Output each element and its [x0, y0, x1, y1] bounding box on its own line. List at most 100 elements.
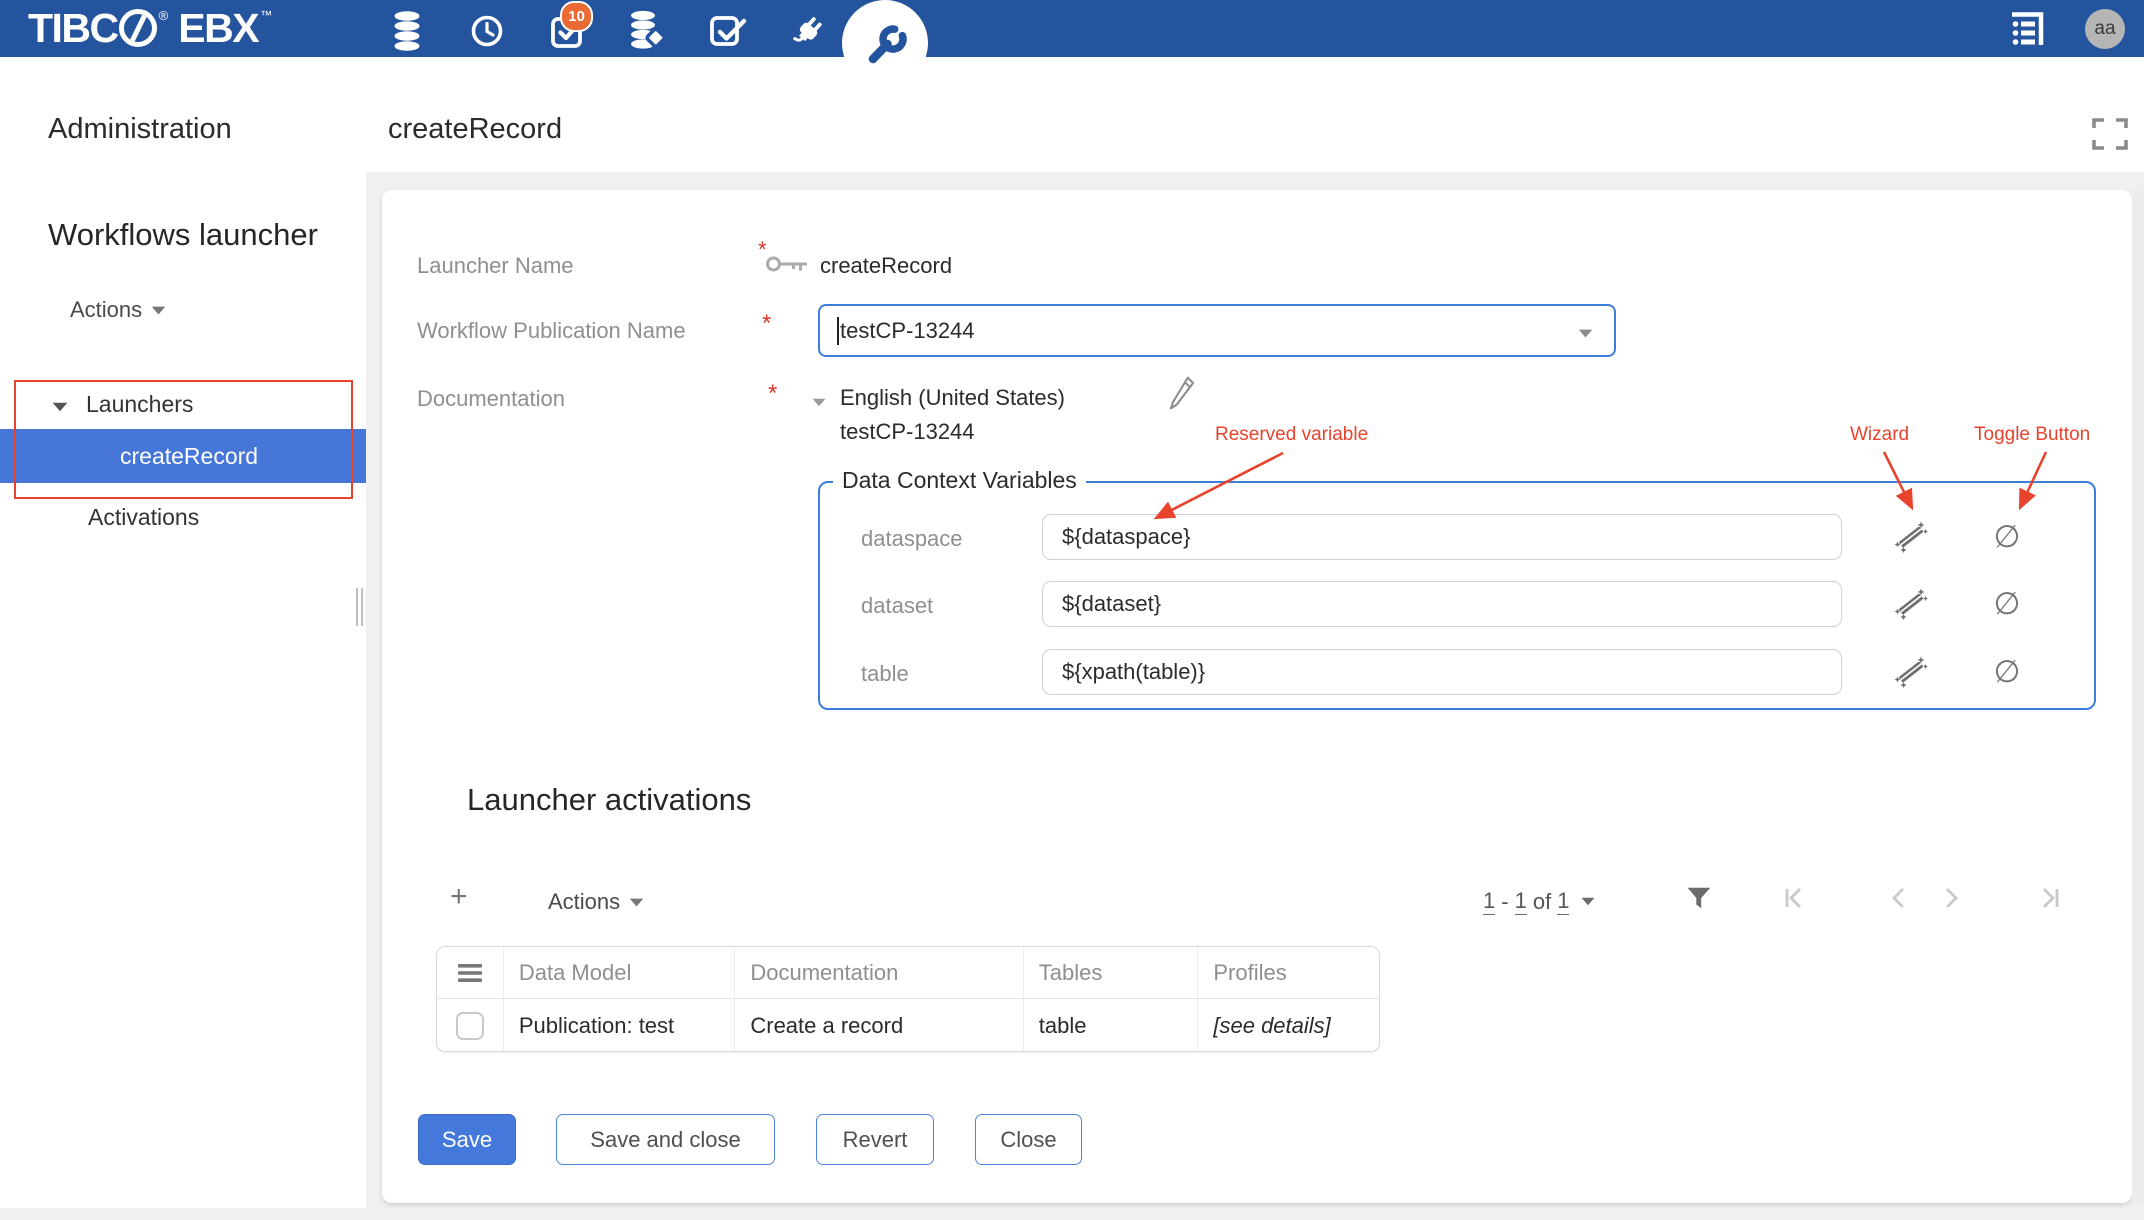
ebx-application-window: TIBC ® EBX ™ 10 — [0, 0, 2144, 1220]
tibco-ebx-logo[interactable]: TIBC ® EBX ™ — [28, 6, 272, 50]
activations-actions-menu[interactable]: Actions — [548, 889, 644, 915]
table-toggle-null-button[interactable]: ∅ — [1990, 655, 2024, 689]
logo-text-ebx: EBX — [178, 6, 258, 50]
clock-icon — [469, 13, 505, 49]
column-header-tables[interactable]: Tables — [1023, 947, 1198, 998]
dataset-wizard-button[interactable] — [1894, 587, 1928, 621]
chevron-down-icon — [812, 398, 826, 407]
magic-wand-icon — [1894, 520, 1928, 554]
save-and-close-button[interactable]: Save and close — [556, 1114, 775, 1165]
breadcrumb-section: Administration — [48, 112, 232, 146]
datasets-icon[interactable] — [387, 11, 427, 51]
sidebar-item-activations[interactable]: Activations — [88, 503, 199, 531]
tibco-o-swoosh-icon — [119, 9, 157, 47]
magic-wand-icon — [1894, 655, 1928, 689]
splitter-grip[interactable] — [361, 588, 363, 626]
column-header-data-model[interactable]: Data Model — [503, 947, 735, 998]
activations-actions-label: Actions — [548, 889, 620, 915]
null-set-icon: ∅ — [1993, 654, 2020, 690]
database-diamond-icon — [628, 10, 668, 52]
administration-active-tab[interactable] — [842, 0, 928, 86]
fullscreen-button[interactable] — [2092, 118, 2128, 155]
cell-tables: table — [1023, 999, 1198, 1052]
registered-mark: ® — [159, 8, 169, 23]
table-menu-button[interactable] — [437, 947, 503, 998]
save-button[interactable]: Save — [418, 1114, 516, 1165]
next-page-button[interactable] — [1940, 886, 1962, 915]
fieldset-legend: Data Context Variables — [833, 467, 1086, 494]
last-page-button[interactable] — [2036, 886, 2062, 915]
chevron-left-icon — [1888, 886, 1910, 910]
documentation-locale: English (United States) — [840, 384, 1065, 411]
tasks-count-badge: 10 — [560, 1, 593, 32]
primary-key-icon — [764, 248, 810, 283]
previous-page-button[interactable] — [1888, 886, 1910, 915]
page-title: createRecord — [388, 112, 562, 146]
cell-profiles-see-details[interactable]: [see details] — [1197, 999, 1379, 1052]
launcher-name-value: createRecord — [820, 252, 952, 279]
activations-table: Data Model Documentation Tables Profiles… — [436, 946, 1380, 1052]
perspectives-icon[interactable] — [2006, 10, 2046, 50]
integration-icon[interactable] — [788, 11, 828, 51]
expand-icon — [2092, 118, 2128, 150]
column-header-profiles[interactable]: Profiles — [1197, 947, 1379, 998]
required-asterisk: * — [762, 312, 771, 336]
row-checkbox[interactable] — [456, 1012, 484, 1040]
documentation-value: testCP-13244 — [840, 418, 975, 445]
required-asterisk: * — [758, 238, 767, 262]
pagination-range-selector[interactable]: 1 - 1 of 1 — [1483, 888, 1595, 915]
table-input[interactable] — [1042, 649, 1842, 695]
dataspace-wizard-button[interactable] — [1894, 520, 1928, 554]
close-button[interactable]: Close — [975, 1114, 1082, 1165]
chevron-down-icon — [629, 898, 644, 907]
logo-text-tibc: TIBC — [28, 6, 118, 50]
magic-wand-icon — [1894, 587, 1928, 621]
null-set-icon: ∅ — [1993, 586, 2020, 622]
vertical-scrollbar[interactable] — [2132, 190, 2144, 1203]
validation-icon[interactable] — [709, 11, 749, 51]
combobox-dropdown-button[interactable] — [1578, 325, 1593, 343]
clipboard-check-icon — [709, 12, 749, 50]
dataspace-toggle-null-button[interactable]: ∅ — [1990, 520, 2024, 554]
dataspace-input[interactable] — [1042, 514, 1842, 560]
column-header-documentation[interactable]: Documentation — [734, 947, 1022, 998]
chevron-down-icon — [151, 306, 166, 315]
user-avatar[interactable]: aa — [2085, 9, 2125, 49]
text-cursor — [837, 317, 839, 345]
funnel-icon — [1686, 886, 1712, 910]
documentation-label: Documentation — [417, 386, 565, 412]
last-page-icon — [2036, 886, 2062, 910]
filter-button[interactable] — [1686, 886, 1712, 915]
first-page-button[interactable] — [1782, 886, 1808, 915]
revert-button[interactable]: Revert — [816, 1114, 934, 1165]
workflow-publication-name-combobox[interactable]: testCP-13244 — [818, 304, 1616, 357]
range-dash: - — [1501, 889, 1508, 915]
sidebar-panel — [0, 172, 366, 1220]
dataset-input[interactable] — [1042, 581, 1842, 627]
hamburger-icon — [458, 963, 482, 983]
range-of: of — [1533, 889, 1551, 915]
page-header-band — [0, 57, 2144, 172]
top-navigation-bar — [0, 0, 2144, 57]
launcher-name-label: Launcher Name — [417, 253, 574, 279]
annotation-reserved-variable: Reserved variable — [1215, 424, 1368, 446]
required-asterisk: * — [768, 382, 777, 406]
add-activation-button[interactable]: + — [450, 880, 468, 914]
documentation-collapse-toggle[interactable] — [812, 394, 826, 412]
bottom-gutter — [0, 1208, 2144, 1220]
sidebar-actions-label: Actions — [70, 297, 142, 323]
annotation-wizard: Wizard — [1850, 424, 1909, 446]
recent-items-icon[interactable] — [467, 11, 507, 51]
table-row[interactable]: Publication: test Create a record table … — [437, 999, 1379, 1052]
sidebar-actions-menu[interactable]: Actions — [70, 297, 166, 323]
row-select-cell — [437, 999, 503, 1052]
workflow-publication-name-label: Workflow Publication Name — [417, 318, 686, 344]
chevron-down-icon — [1578, 329, 1593, 338]
first-page-icon — [1782, 886, 1808, 910]
edit-documentation-button[interactable] — [1168, 374, 1196, 417]
cell-data-model: Publication: test — [503, 999, 735, 1052]
splitter-grip[interactable] — [356, 588, 358, 626]
dataset-toggle-null-button[interactable]: ∅ — [1990, 587, 2024, 621]
table-wizard-button[interactable] — [1894, 655, 1928, 689]
data-models-icon[interactable] — [628, 11, 668, 51]
